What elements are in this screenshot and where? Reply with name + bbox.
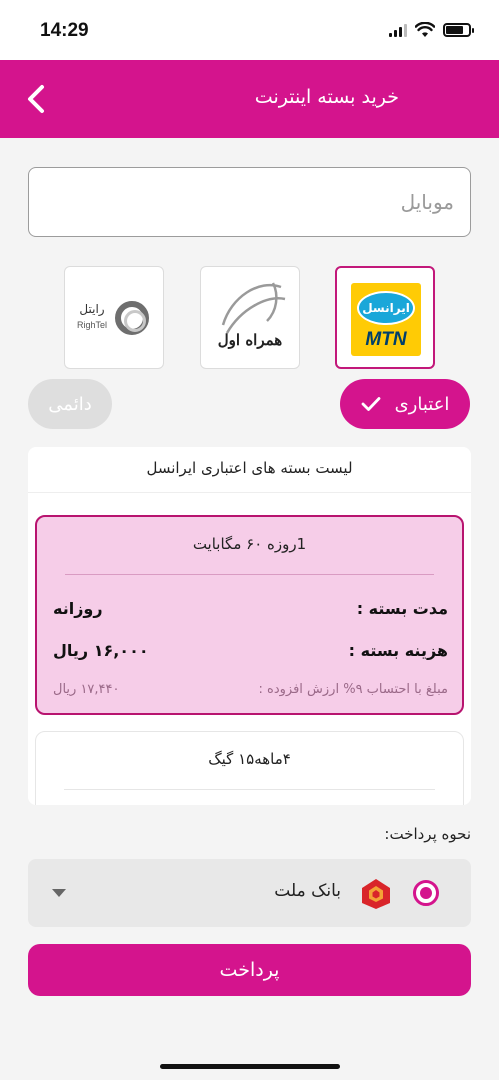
page-title: خرید بسته اینترنت [254, 86, 399, 108]
vat-value: ۱۷,۴۴۰ ریال [53, 682, 120, 697]
status-bar: 14:29 [0, 0, 499, 60]
status-time: 14:29 [40, 20, 89, 41]
hamrah-aval-logo [221, 282, 286, 334]
rightel-logo-text: رایتل [79, 302, 105, 316]
chevron-down-icon [52, 889, 66, 897]
mobile-input[interactable] [28, 167, 471, 237]
battery-icon [443, 23, 474, 37]
hamrah-aval-logo-text: همراه اول [217, 331, 283, 349]
duration-value: روزانه [53, 599, 103, 618]
operator-hamrah-aval[interactable]: همراه اول [200, 266, 300, 369]
chevron-left-icon [28, 85, 44, 113]
pay-button[interactable]: پرداخت [28, 944, 471, 996]
package-vat-row: مبلغ با احتساب ۹% ارزش افزوده : ۱۷,۴۴۰ ر… [53, 682, 448, 697]
battery-level [446, 26, 463, 34]
rightel-logo-icon [115, 301, 149, 335]
status-icons [389, 22, 474, 38]
vat-label: مبلغ با احتساب ۹% ارزش افزوده : [258, 682, 448, 697]
bank-mellat-icon [362, 879, 390, 909]
home-indicator [160, 1064, 340, 1069]
payment-method-label: نحوه پرداخت: [384, 825, 471, 843]
app-header: خرید بسته اینترنت [0, 60, 499, 138]
package-duration-row: مدت بسته : روزانه [53, 599, 448, 618]
irancell-logo: ایرانسل MTN [351, 283, 421, 356]
bank-name: بانک ملت [274, 881, 341, 901]
package-cost-row: هزینه بسته : ۱۶,۰۰۰ ریال [53, 641, 448, 660]
wifi-icon [415, 22, 435, 37]
package-card-selected[interactable]: 1روزه ۶۰ مگابایت مدت بسته : روزانه هزینه… [35, 515, 464, 715]
package-divider [65, 574, 434, 575]
cost-label: هزینه بسته : [348, 641, 448, 660]
signal-icon [389, 23, 407, 37]
package-list-title: لیست بسته های اعتباری ایرانسل [28, 447, 471, 493]
sim-type-postpaid-button[interactable]: دائمی [28, 379, 112, 429]
payment-radio[interactable] [413, 880, 439, 906]
sim-type-prepaid-button[interactable]: اعتباری [340, 379, 470, 429]
package-name: 1روزه ۶۰ مگابایت [192, 535, 307, 553]
back-button[interactable] [18, 80, 54, 118]
duration-label: مدت بسته : [356, 599, 448, 618]
mtn-logo-text: MTN [365, 329, 407, 350]
irancell-logo-text: ایرانسل [357, 291, 415, 325]
package-divider [64, 789, 435, 790]
package-card[interactable]: ۴ماهه۱۵ گیگ [35, 731, 464, 805]
radio-dot [420, 887, 432, 899]
rightel-logo-text-en: RighTel [76, 320, 107, 330]
sim-type-prepaid-label: اعتباری [394, 393, 450, 415]
package-name: ۴ماهه۱۵ گیگ [208, 750, 291, 768]
operator-irancell[interactable]: ایرانسل MTN [335, 266, 435, 369]
payment-method-select[interactable]: بانک ملت [28, 859, 471, 927]
sim-type-postpaid-label: دائمی [48, 393, 92, 415]
cost-value: ۱۶,۰۰۰ ریال [53, 641, 149, 660]
check-icon [361, 397, 380, 411]
package-list[interactable]: لیست بسته های اعتباری ایرانسل 1روزه ۶۰ م… [28, 447, 471, 805]
operator-rightel[interactable]: رایتل RighTel [64, 266, 164, 369]
